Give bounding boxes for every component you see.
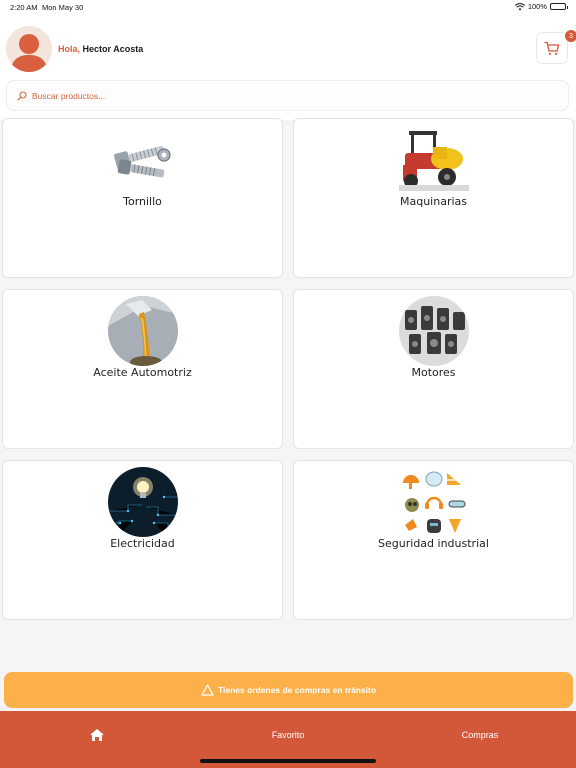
category-label: Electricidad xyxy=(110,537,175,550)
category-card-maquinarias[interactable]: Maquinarias xyxy=(293,118,574,278)
orders-in-transit-text: Tienes ordenes de compras en tránsito xyxy=(217,685,377,695)
battery-percent: 100% xyxy=(527,2,547,11)
user-name: Hector Acosta xyxy=(82,44,144,54)
category-label: Motores xyxy=(411,366,456,379)
greeting: Hola, Hector Acosta xyxy=(58,44,143,54)
category-label: Seguridad industrial xyxy=(378,537,489,550)
category-card-aceite[interactable]: Aceite Automotriz xyxy=(2,289,283,449)
warning-icon xyxy=(201,684,214,696)
safety-equipment-image xyxy=(399,467,469,537)
avatar[interactable] xyxy=(6,26,52,72)
header: Hola, Hector Acosta 3 xyxy=(0,14,576,120)
battery-icon xyxy=(550,3,568,10)
category-label: Aceite Automotriz xyxy=(93,366,192,379)
nav-purchases[interactable]: Compras xyxy=(450,727,510,743)
machinery-image xyxy=(398,125,469,195)
status-date: Mon May 30 xyxy=(42,3,84,12)
status-indicators: 100% xyxy=(514,2,568,11)
category-label: Maquinarias xyxy=(399,195,467,208)
search-input[interactable] xyxy=(32,90,532,101)
nav-home[interactable] xyxy=(86,727,108,743)
cart-button[interactable] xyxy=(536,32,568,64)
bottom-nav: Favorito Compras xyxy=(0,711,576,768)
category-card-seguridad[interactable]: Seguridad industrial xyxy=(293,460,574,620)
home-indicator xyxy=(200,759,376,763)
engines-image xyxy=(398,296,469,366)
cart-icon xyxy=(544,41,560,55)
home-icon xyxy=(90,729,104,741)
category-card-electricidad[interactable]: Electricidad xyxy=(2,460,283,620)
search-icon xyxy=(17,90,27,101)
oil-pour-image xyxy=(107,296,178,366)
category-card-motores[interactable]: Motores xyxy=(293,289,574,449)
bolts-image xyxy=(108,125,178,195)
orders-in-transit-banner[interactable]: Tienes ordenes de compras en tránsito xyxy=(4,672,573,708)
user-avatar-icon xyxy=(6,26,52,72)
nav-favorites[interactable]: Favorito xyxy=(258,727,318,743)
wifi-icon xyxy=(514,2,525,10)
status-time: 2:20 AM xyxy=(10,3,38,12)
cart-count-badge: 3 xyxy=(565,30,576,42)
greeting-hello: Hola, xyxy=(58,44,81,54)
category-label: Tornillo xyxy=(123,195,162,208)
search-bar[interactable] xyxy=(6,80,569,111)
lightbulb-image xyxy=(107,467,178,537)
status-bar: 2:20 AM Mon May 30 100% xyxy=(0,0,576,14)
category-card-tornillo[interactable]: Tornillo xyxy=(2,118,283,278)
